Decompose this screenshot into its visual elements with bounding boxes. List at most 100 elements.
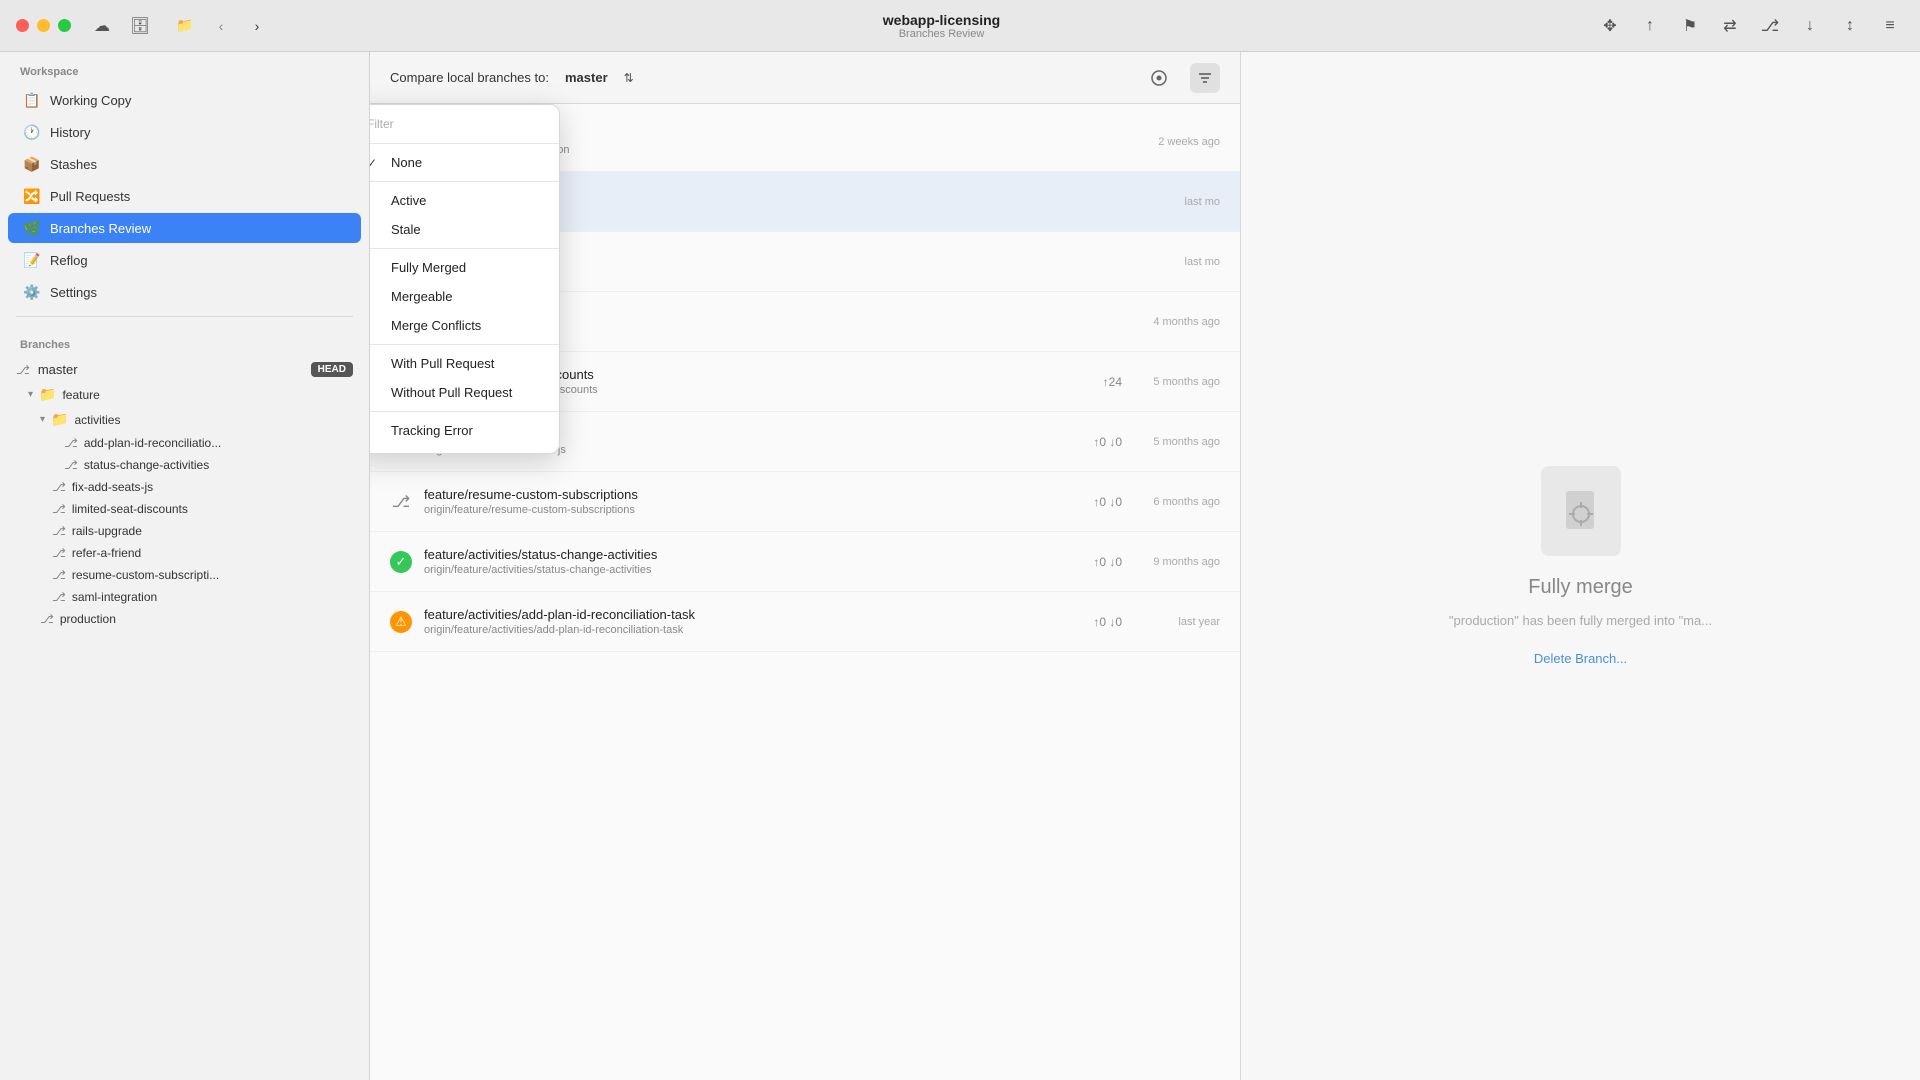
- sort-button[interactable]: [1144, 63, 1174, 93]
- working-copy-icon: 📋: [24, 92, 40, 108]
- activities-folder[interactable]: ▾ 📁 activities: [0, 407, 369, 432]
- check-icon: ✓: [370, 156, 381, 170]
- activities-folder-name: activities: [74, 413, 120, 427]
- filter-merge-conflicts[interactable]: ✓ Merge Conflicts: [370, 311, 559, 340]
- sidebar-item-stashes[interactable]: 📦 Stashes: [8, 149, 361, 179]
- filter-stale[interactable]: ✓ Stale: [370, 215, 559, 244]
- sidebar: Workspace 📋 Working Copy 🕐 History 📦 Sta…: [0, 52, 370, 1080]
- branch-icon: ⎇: [64, 436, 78, 450]
- sidebar-item-working-copy[interactable]: 📋 Working Copy: [8, 85, 361, 115]
- branch-merge-icon[interactable]: ⎇: [1756, 12, 1784, 40]
- branch-status-change[interactable]: ⎇ status-change-activities: [0, 454, 369, 476]
- branch-name: status-change-activities: [84, 458, 209, 472]
- branch-refer-friend[interactable]: ⎇ refer-a-friend: [0, 542, 369, 564]
- filter-tracking-error[interactable]: ✓ Tracking Error: [370, 416, 559, 445]
- main-layout: Workspace 📋 Working Copy 🕐 History 📦 Sta…: [0, 52, 1920, 1080]
- branch-icon: ⎇: [52, 546, 66, 560]
- dropdown-header: Filter: [370, 113, 559, 139]
- nav-arrows: 📁 ‹ ›: [171, 12, 271, 40]
- filter-merge-conflicts-label: Merge Conflicts: [391, 318, 543, 333]
- filter-button[interactable]: [1190, 63, 1220, 93]
- content-top-bar: Compare local branches to: master ⇅: [370, 52, 1240, 104]
- discard-icon[interactable]: ↕: [1836, 12, 1864, 40]
- master-branch-name: master: [38, 362, 303, 377]
- branch-limited-seat[interactable]: ⎇ limited-seat-discounts: [0, 498, 369, 520]
- branch-row-meta: ↑0 ↓0 last year: [1093, 615, 1220, 629]
- branch-master[interactable]: ⎇ master HEAD: [0, 357, 369, 382]
- sidebar-item-reflog[interactable]: 📝 Reflog: [8, 245, 361, 275]
- sidebar-item-settings[interactable]: ⚙️ Settings: [8, 277, 361, 307]
- branch-icon: ⎇: [52, 568, 66, 582]
- branch-row-time: last mo: [1130, 256, 1220, 268]
- cursor-icon[interactable]: ✥: [1596, 12, 1624, 40]
- sidebar-item-label: Pull Requests: [50, 189, 130, 204]
- filter-active[interactable]: ✓ Active: [370, 186, 559, 215]
- reflog-icon: 📝: [24, 252, 40, 268]
- filter-mergeable[interactable]: ✓ Mergeable: [370, 282, 559, 311]
- right-panel: Fully merge "production" has been fully …: [1240, 52, 1920, 1080]
- feature-folder-name: feature: [62, 388, 99, 402]
- sidebar-item-pull-requests[interactable]: 🔀 Pull Requests: [8, 181, 361, 211]
- branch-name: production: [60, 612, 116, 626]
- filter-fully-merged[interactable]: ✓ Fully Merged: [370, 253, 559, 282]
- close-button[interactable]: [16, 19, 29, 32]
- workspace-label: Workspace: [0, 52, 369, 84]
- forward-arrow[interactable]: ›: [243, 12, 271, 40]
- branch-fix-add-seats[interactable]: ⎇ fix-add-seats-js: [0, 476, 369, 498]
- branch-row-status-change[interactable]: ✓ feature/activities/status-change-activ…: [370, 532, 1240, 592]
- branch-icon: ⎇: [64, 458, 78, 472]
- branch-row-origin: origin/feature/activities/status-change-…: [424, 564, 1081, 576]
- database-icon[interactable]: 🗄: [129, 15, 151, 37]
- diff-icon[interactable]: ≡: [1876, 12, 1904, 40]
- stats-ahead: ↑24: [1103, 375, 1122, 389]
- branch-row-info: feature/activities/status-change-activit…: [424, 547, 1081, 576]
- filter-none[interactable]: ✓ None: [370, 148, 559, 177]
- cloud-icon[interactable]: ☁: [91, 15, 113, 37]
- filter-without-pr[interactable]: ✓ Without Pull Request: [370, 378, 559, 407]
- dropdown-separator: [370, 411, 559, 412]
- folder-icon[interactable]: 📁: [171, 12, 199, 40]
- right-panel-icon: [1541, 466, 1621, 556]
- maximize-button[interactable]: [58, 19, 71, 32]
- branch-row-add-plan[interactable]: ⚠ feature/activities/add-plan-id-reconci…: [370, 592, 1240, 652]
- stash-icon[interactable]: ↓: [1796, 12, 1824, 40]
- compare-expand-icon[interactable]: ⇅: [624, 71, 634, 85]
- branch-rails-upgrade[interactable]: ⎇ rails-upgrade: [0, 520, 369, 542]
- branch-row-time: last mo: [1130, 196, 1220, 208]
- branch-row-resume[interactable]: ⎇ feature/resume-custom-subscriptions or…: [370, 472, 1240, 532]
- branch-row-time: 5 months ago: [1130, 436, 1220, 448]
- push-icon[interactable]: ↑: [1636, 12, 1664, 40]
- branch-saml-integration[interactable]: ⎇ saml-integration: [0, 586, 369, 608]
- branch-row-meta: last mo: [1130, 196, 1220, 208]
- branch-row-meta: ↑0 ↓0 9 months ago: [1093, 555, 1220, 569]
- filter-dropdown: Filter ✓ None ✓ Active ✓ Stale ✓ Fully M…: [370, 104, 560, 454]
- dropdown-separator: [370, 344, 559, 345]
- sidebar-item-history[interactable]: 🕐 History: [8, 117, 361, 147]
- sidebar-item-label: Working Copy: [50, 93, 131, 108]
- flag-icon[interactable]: ⚑: [1676, 12, 1704, 40]
- delete-branch-button[interactable]: Delete Branch...: [1534, 651, 1627, 666]
- branch-name: resume-custom-subscripti...: [72, 568, 219, 582]
- branch-row-name: feature/activities/add-plan-id-reconcili…: [424, 607, 1081, 622]
- branch-icon: ⎇: [52, 524, 66, 538]
- head-badge: HEAD: [311, 362, 353, 377]
- feature-folder[interactable]: ▾ 📁 feature: [0, 382, 369, 407]
- stats: ↑0 ↓0: [1093, 495, 1122, 509]
- settings-icon: ⚙️: [24, 284, 40, 300]
- dropdown-separator: [370, 248, 559, 249]
- stats: ↑0 ↓0: [1093, 435, 1122, 449]
- sync-icon[interactable]: ⇄: [1716, 12, 1744, 40]
- back-arrow[interactable]: ‹: [207, 12, 235, 40]
- repo-name: webapp-licensing: [287, 12, 1596, 28]
- filter-with-pr[interactable]: ✓ With Pull Request: [370, 349, 559, 378]
- minimize-button[interactable]: [37, 19, 50, 32]
- chevron-icon: ▾: [40, 414, 45, 425]
- branch-add-plan[interactable]: ⎇ add-plan-id-reconciliatio...: [0, 432, 369, 454]
- sidebar-item-branches-review[interactable]: 🌿 Branches Review: [8, 213, 361, 243]
- branch-row-info: feature/resume-custom-subscriptions orig…: [424, 487, 1081, 516]
- filter-without-pr-label: Without Pull Request: [391, 385, 543, 400]
- branch-row-name: feature/activities/status-change-activit…: [424, 547, 1081, 562]
- title-center: webapp-licensing Branches Review: [287, 12, 1596, 40]
- branch-production[interactable]: ⎇ production: [0, 608, 369, 630]
- branch-resume-custom[interactable]: ⎇ resume-custom-subscripti...: [0, 564, 369, 586]
